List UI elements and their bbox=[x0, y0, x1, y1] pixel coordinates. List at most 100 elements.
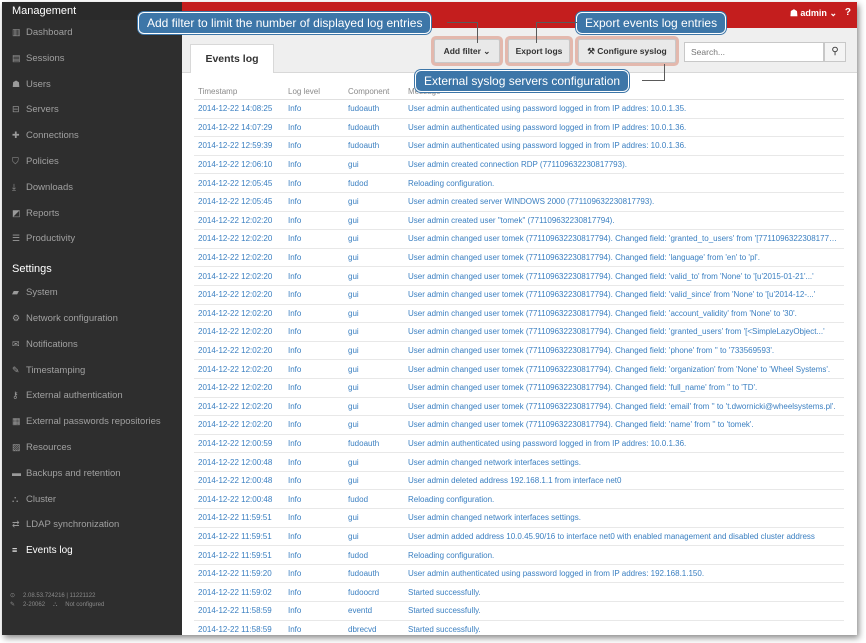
cell-component[interactable]: gui bbox=[344, 471, 404, 491]
cell-message[interactable]: User admin authenticated using password … bbox=[404, 434, 844, 454]
cell-timestamp[interactable]: 2014-12-22 12:00:48 bbox=[194, 452, 284, 472]
cell-component[interactable]: gui bbox=[344, 285, 404, 305]
cell-log-level[interactable]: Info bbox=[284, 192, 344, 212]
cell-timestamp[interactable]: 2014-12-22 12:00:48 bbox=[194, 471, 284, 491]
cell-message[interactable]: User admin changed user tomek (771109632… bbox=[404, 415, 844, 435]
cell-timestamp[interactable]: 2014-12-22 12:00:59 bbox=[194, 434, 284, 454]
cell-component[interactable]: gui bbox=[344, 452, 404, 472]
cell-component[interactable]: gui bbox=[344, 322, 404, 342]
cell-message[interactable]: Reloading configuration. bbox=[404, 545, 844, 565]
cell-log-level[interactable]: Info bbox=[284, 136, 344, 156]
sidebar-item-events-log[interactable]: ≡ Events log bbox=[2, 538, 182, 564]
search-button[interactable]: ⚲ bbox=[824, 42, 846, 62]
cell-log-level[interactable]: Info bbox=[284, 118, 344, 138]
cell-message[interactable]: Started successfully. bbox=[404, 620, 844, 635]
cell-message[interactable]: User admin changed user tomek (771109632… bbox=[404, 285, 844, 305]
cell-timestamp[interactable]: 2014-12-22 12:02:20 bbox=[194, 397, 284, 417]
sidebar-item-backups-and-retention[interactable]: ▬ Backups and retention bbox=[2, 461, 182, 487]
cell-timestamp[interactable]: 2014-12-22 12:02:20 bbox=[194, 304, 284, 324]
cell-message[interactable]: Reloading configuration. bbox=[404, 173, 844, 193]
cell-message[interactable]: User admin changed user tomek (771109632… bbox=[404, 359, 844, 379]
cell-log-level[interactable]: Info bbox=[284, 620, 344, 635]
cell-component[interactable]: gui bbox=[344, 192, 404, 212]
cell-component[interactable]: gui bbox=[344, 248, 404, 268]
sidebar-item-users[interactable]: ☗ Users bbox=[2, 72, 182, 98]
cell-log-level[interactable]: Info bbox=[284, 99, 344, 119]
cell-component[interactable]: gui bbox=[344, 378, 404, 398]
cell-message[interactable]: User admin changed user tomek (771109632… bbox=[404, 229, 844, 249]
cell-message[interactable]: User admin created connection RDP (77110… bbox=[404, 155, 844, 175]
cell-timestamp[interactable]: 2014-12-22 12:05:45 bbox=[194, 173, 284, 193]
sidebar-item-resources[interactable]: ▨ Resources bbox=[2, 435, 182, 461]
cell-timestamp[interactable]: 2014-12-22 12:00:48 bbox=[194, 489, 284, 510]
cell-component[interactable]: fudoauth bbox=[344, 434, 404, 454]
sidebar-item-notifications[interactable]: ✉ Notifications bbox=[2, 332, 182, 358]
sidebar-item-network-configuration[interactable]: ⚙ Network configuration bbox=[2, 306, 182, 332]
cell-component[interactable]: gui bbox=[344, 341, 404, 361]
cell-component[interactable]: gui bbox=[344, 359, 404, 379]
cell-timestamp[interactable]: 2014-12-22 11:59:20 bbox=[194, 564, 284, 584]
sidebar-item-servers[interactable]: ⊟ Servers bbox=[2, 97, 182, 123]
cell-component[interactable]: fudod bbox=[344, 489, 404, 510]
cell-component[interactable]: gui bbox=[344, 397, 404, 417]
cell-message[interactable]: User admin created user "tomek" (7711096… bbox=[404, 211, 844, 231]
cell-component[interactable]: gui bbox=[344, 508, 404, 528]
cell-component[interactable]: gui bbox=[344, 415, 404, 435]
cell-component[interactable]: fudoauth bbox=[344, 136, 404, 156]
cell-log-level[interactable]: Info bbox=[284, 285, 344, 305]
cell-timestamp[interactable]: 2014-12-22 12:02:20 bbox=[194, 248, 284, 268]
cell-log-level[interactable]: Info bbox=[284, 397, 344, 417]
configure-syslog-button[interactable]: ⚒ Configure syslog bbox=[578, 39, 676, 63]
cell-message[interactable]: User admin changed user tomek (771109632… bbox=[404, 304, 844, 324]
cell-message[interactable]: Reloading configuration. bbox=[404, 489, 844, 510]
sidebar-item-reports[interactable]: ◩ Reports bbox=[2, 201, 182, 227]
cell-component[interactable]: fudoauth bbox=[344, 564, 404, 584]
cell-timestamp[interactable]: 2014-12-22 14:07:29 bbox=[194, 118, 284, 138]
cell-log-level[interactable]: Info bbox=[284, 173, 344, 193]
cell-timestamp[interactable]: 2014-12-22 11:59:51 bbox=[194, 545, 284, 565]
cell-log-level[interactable]: Info bbox=[284, 564, 344, 584]
cell-timestamp[interactable]: 2014-12-22 12:02:20 bbox=[194, 229, 284, 249]
cell-component[interactable]: gui bbox=[344, 229, 404, 249]
cell-component[interactable]: dbrecvd bbox=[344, 620, 404, 635]
cell-log-level[interactable]: Info bbox=[284, 471, 344, 491]
cell-log-level[interactable]: Info bbox=[284, 304, 344, 324]
column-header-log-level[interactable]: Log level bbox=[284, 83, 344, 100]
cell-component[interactable]: fudoauth bbox=[344, 99, 404, 119]
cell-timestamp[interactable]: 2014-12-22 11:59:51 bbox=[194, 508, 284, 528]
cell-message[interactable]: User admin changed user tomek (771109632… bbox=[404, 248, 844, 268]
cell-message[interactable]: User admin changed network interfaces se… bbox=[404, 452, 844, 472]
cell-log-level[interactable]: Info bbox=[284, 415, 344, 435]
sidebar-item-downloads[interactable]: ⤓ Downloads bbox=[2, 175, 182, 201]
cell-component[interactable]: fudoauth bbox=[344, 118, 404, 138]
column-header-component[interactable]: Component bbox=[344, 83, 404, 100]
cell-timestamp[interactable]: 2014-12-22 12:02:20 bbox=[194, 341, 284, 361]
search-input[interactable] bbox=[684, 42, 824, 62]
cell-log-level[interactable]: Info bbox=[284, 434, 344, 454]
column-header-timestamp[interactable]: Timestamp bbox=[194, 83, 284, 100]
cell-timestamp[interactable]: 2014-12-22 12:02:20 bbox=[194, 378, 284, 398]
help-button[interactable]: ? bbox=[845, 7, 851, 18]
sidebar-item-timestamping[interactable]: ✎ Timestamping bbox=[2, 358, 182, 384]
cell-message[interactable]: Started successfully. bbox=[404, 582, 844, 603]
cell-log-level[interactable]: Info bbox=[284, 452, 344, 472]
cell-log-level[interactable]: Info bbox=[284, 601, 344, 621]
cell-message[interactable]: User admin created server WINDOWS 2000 (… bbox=[404, 192, 844, 212]
cell-component[interactable]: gui bbox=[344, 155, 404, 175]
cell-message[interactable]: User admin changed user tomek (771109632… bbox=[404, 397, 844, 417]
cell-component[interactable]: fudod bbox=[344, 545, 404, 565]
sidebar-item-productivity[interactable]: ☰ Productivity bbox=[2, 226, 182, 252]
cell-timestamp[interactable]: 2014-12-22 12:02:20 bbox=[194, 359, 284, 379]
cell-message[interactable]: User admin changed user tomek (771109632… bbox=[404, 266, 844, 286]
cell-log-level[interactable]: Info bbox=[284, 582, 344, 603]
cell-message[interactable]: User admin changed network interfaces se… bbox=[404, 508, 844, 528]
cell-message[interactable]: User admin added address 10.0.45.90/16 t… bbox=[404, 527, 844, 547]
cell-timestamp[interactable]: 2014-12-22 12:06:10 bbox=[194, 155, 284, 175]
cell-component[interactable]: gui bbox=[344, 527, 404, 547]
sidebar-item-external-passwords-repositories[interactable]: ▦ External passwords repositories bbox=[2, 409, 182, 435]
cell-component[interactable]: eventd bbox=[344, 601, 404, 621]
sidebar-item-connections[interactable]: ✚ Connections bbox=[2, 123, 182, 149]
cell-timestamp[interactable]: 2014-12-22 11:59:02 bbox=[194, 582, 284, 603]
cell-message[interactable]: User admin changed user tomek (771109632… bbox=[404, 322, 844, 342]
cell-component[interactable]: gui bbox=[344, 304, 404, 324]
